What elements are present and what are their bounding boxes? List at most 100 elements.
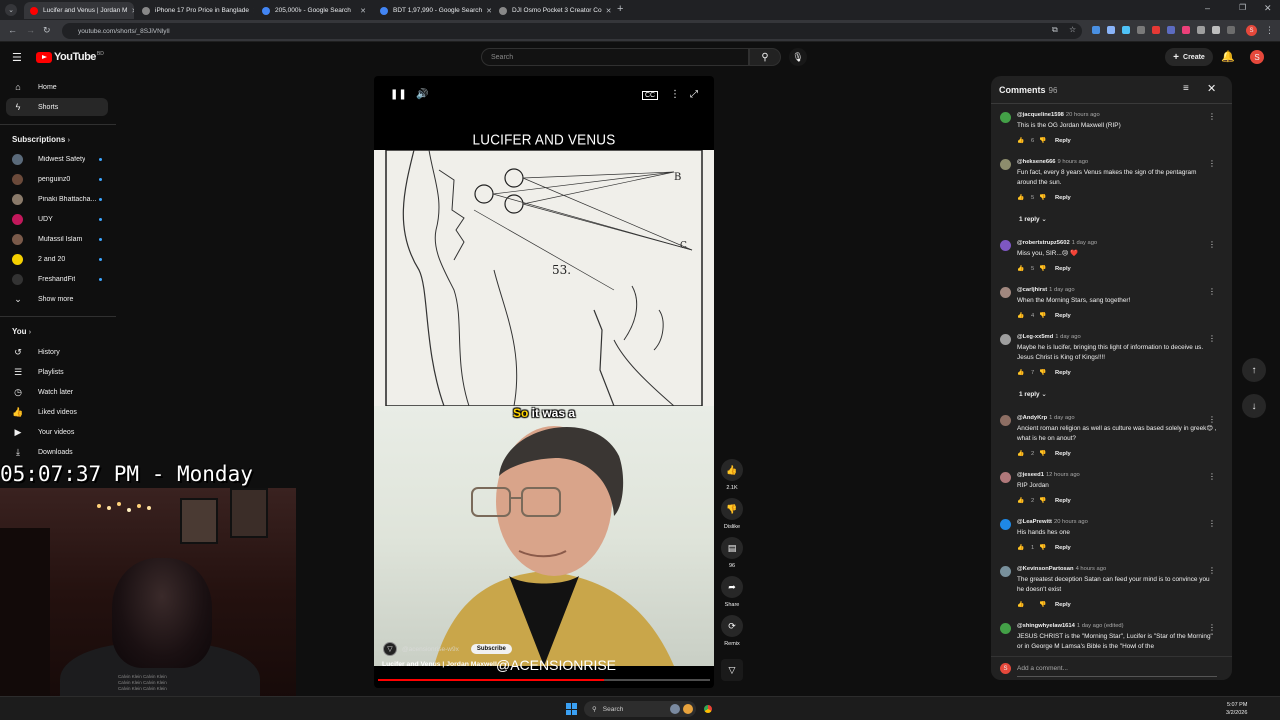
account-avatar[interactable]: S	[1250, 50, 1264, 64]
sidebar-subscription[interactable]: Pinaki Bhattacha...	[6, 190, 108, 208]
browser-menu-icon[interactable]: ⋮	[1265, 25, 1274, 36]
comment-more-icon[interactable]: ⋮	[1208, 112, 1216, 121]
dislike-button[interactable]: 👎	[721, 498, 743, 520]
search-button[interactable]: ⚲	[749, 48, 781, 66]
browser-tab[interactable]: iPhone 17 Pro Price in Banglade✕	[136, 2, 254, 19]
add-comment-input[interactable]: Add a comment...	[1017, 665, 1068, 672]
tab-close-icon[interactable]: ✕	[602, 7, 612, 15]
browser-tab[interactable]: 205,000৳ - Google Search ✕	[256, 2, 372, 19]
video-title[interactable]: Lucifer and Venus | Jordan Maxwell	[382, 661, 497, 668]
commenter-avatar[interactable]	[1000, 623, 1011, 634]
you-heading[interactable]: You ›	[12, 327, 31, 336]
browser-tab[interactable]: BDT 1,97,990 - Google Search ✕	[374, 2, 491, 19]
tab-close-icon[interactable]: ✕	[356, 7, 366, 15]
reply-button[interactable]: Reply	[1055, 545, 1071, 551]
sidebar-item-watch-later[interactable]: ◷ Watch later	[6, 383, 108, 401]
sound-channel-button[interactable]: ▽	[721, 659, 743, 681]
fullscreen-icon[interactable]: ⤢	[690, 89, 698, 100]
thumbs-up-icon[interactable]: 👍	[1017, 451, 1031, 457]
thumbs-up-icon[interactable]: 👍	[1017, 313, 1031, 319]
tab-close-icon[interactable]: ✕	[482, 7, 491, 15]
close-window-button[interactable]: ✕	[1264, 3, 1272, 14]
extension-icon[interactable]	[1197, 26, 1205, 34]
thumbs-up-icon[interactable]: 👍	[1017, 370, 1031, 376]
more-options-icon[interactable]: ⋮	[670, 89, 680, 100]
tab-close-icon[interactable]: ✕	[249, 7, 254, 15]
share-button[interactable]: ➦	[721, 576, 743, 598]
forward-icon[interactable]: →	[26, 25, 35, 35]
comment-more-icon[interactable]: ⋮	[1208, 334, 1216, 343]
voice-search-button[interactable]: 🎙	[789, 48, 807, 66]
reply-button[interactable]: Reply	[1055, 451, 1071, 457]
reply-button[interactable]: Reply	[1055, 498, 1071, 504]
comment-author[interactable]: @carljhirst 1 day ago	[1017, 287, 1075, 293]
restore-button[interactable]: ❐	[1239, 3, 1246, 12]
progress-bar[interactable]	[378, 679, 710, 681]
view-replies-button[interactable]: 1 reply ⌄	[1019, 390, 1047, 398]
captions-icon[interactable]: CC	[642, 91, 659, 100]
thumbs-up-icon[interactable]: 👍	[1017, 498, 1031, 504]
thumbs-down-icon[interactable]: 👎	[1039, 498, 1055, 504]
extension-icon[interactable]	[1152, 26, 1160, 34]
previous-short-button[interactable]: ↑	[1242, 358, 1266, 382]
sidebar-item-shorts[interactable]: ϟ Shorts	[6, 98, 108, 116]
reply-button[interactable]: Reply	[1055, 602, 1071, 608]
create-button[interactable]: + Create	[1165, 48, 1213, 66]
minimize-button[interactable]: –	[1205, 3, 1210, 13]
comment-more-icon[interactable]: ⋮	[1208, 240, 1216, 249]
notifications-bell-icon[interactable]: 🔔	[1221, 50, 1235, 63]
youtube-logo[interactable]: YouTube BD	[36, 51, 104, 63]
tab-close-icon[interactable]: ✕	[127, 7, 134, 15]
comment-more-icon[interactable]: ⋮	[1208, 519, 1216, 528]
comment-author[interactable]: @heksene666 9 hours ago	[1017, 159, 1088, 165]
thumbs-up-icon[interactable]: 👍	[1017, 545, 1031, 551]
comment-author[interactable]: @AndyKrp 1 day ago	[1017, 415, 1075, 421]
url-field[interactable]: youtube.com/shorts/_8SJiVNlylI	[62, 23, 1082, 39]
view-replies-button[interactable]: 1 reply ⌄	[1019, 215, 1047, 223]
commenter-avatar[interactable]	[1000, 159, 1011, 170]
sidebar-item-your-videos[interactable]: ▶ Your videos	[6, 423, 108, 441]
shorts-player[interactable]: ❚❚ 🔊 CC ⋮ ⤢ LUCIFER AND VENUS B C 53. So…	[374, 76, 714, 688]
reply-button[interactable]: Reply	[1055, 370, 1071, 376]
taskbar-clock[interactable]: 5:07 PM 3/2/2026	[1226, 701, 1247, 717]
thumbs-down-icon[interactable]: 👎	[1039, 313, 1055, 319]
thumbs-down-icon[interactable]: 👎	[1039, 545, 1055, 551]
extension-icon[interactable]	[1182, 26, 1190, 34]
thumbs-down-icon[interactable]: 👎	[1039, 138, 1055, 144]
tab-search-dropdown[interactable]: ⌄	[5, 4, 17, 16]
comment-author[interactable]: @KevinsonPartosan 4 hours ago	[1017, 566, 1106, 572]
reply-button[interactable]: Reply	[1055, 195, 1071, 201]
extension-icon[interactable]	[1227, 26, 1235, 34]
thumbs-up-icon[interactable]: 👍	[1017, 602, 1031, 608]
commenter-avatar[interactable]	[1000, 240, 1011, 251]
sidebar-item-home[interactable]: ⌂ Home	[6, 78, 108, 96]
comment-more-icon[interactable]: ⋮	[1208, 623, 1216, 632]
browser-tab[interactable]: DJI Osmo Pocket 3 Creator Co ✕	[493, 2, 613, 19]
sidebar-item-liked-videos[interactable]: 👍 Liked videos	[6, 403, 108, 421]
comment-more-icon[interactable]: ⋮	[1208, 415, 1216, 424]
sort-icon[interactable]: ≡	[1183, 83, 1189, 94]
close-icon[interactable]: ✕	[1207, 82, 1216, 95]
comment-author[interactable]: @shingwhyelaw1614 1 day ago (edited)	[1017, 623, 1124, 629]
remix-button[interactable]: ⟳	[721, 615, 743, 637]
comment-author[interactable]: @jeseed1 12 hours ago	[1017, 472, 1080, 478]
comment-author[interactable]: @robertstrupz5602 1 day ago	[1017, 240, 1097, 246]
comments-button[interactable]: ▤	[721, 537, 743, 559]
sidebar-item-playlists[interactable]: ☰ Playlists	[6, 363, 108, 381]
commenter-avatar[interactable]	[1000, 472, 1011, 483]
show-more-button[interactable]: ⌄ Show more	[6, 290, 108, 308]
comment-author[interactable]: @Leg-xx5md 1 day ago	[1017, 334, 1081, 340]
commenter-avatar[interactable]	[1000, 519, 1011, 530]
reply-button[interactable]: Reply	[1055, 138, 1071, 144]
extension-icon[interactable]	[1092, 26, 1100, 34]
sidebar-subscription[interactable]: Mufassil Islam	[6, 230, 108, 248]
comment-more-icon[interactable]: ⋮	[1208, 566, 1216, 575]
commenter-avatar[interactable]	[1000, 287, 1011, 298]
thumbs-down-icon[interactable]: 👎	[1039, 451, 1055, 457]
reply-button[interactable]: Reply	[1055, 313, 1071, 319]
sidebar-subscription[interactable]: UDY	[6, 210, 108, 228]
subscribe-button[interactable]: Subscribe	[470, 644, 512, 654]
sidebar-subscription[interactable]: 2 and 20	[6, 250, 108, 268]
like-button[interactable]: 👍	[721, 459, 743, 481]
sidebar-subscription[interactable]: penguinz0	[6, 170, 108, 188]
